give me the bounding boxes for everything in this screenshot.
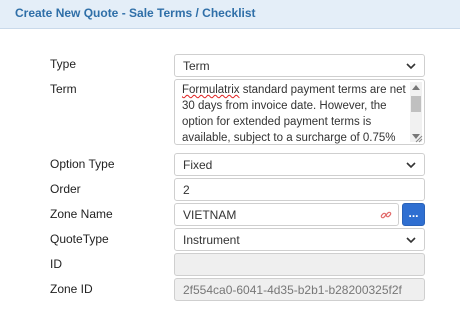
zone-lookup-button[interactable]: ... xyxy=(402,203,425,226)
term-textarea[interactable]: Formulatrix standard payment terms are n… xyxy=(174,79,425,145)
scroll-thumb[interactable] xyxy=(411,96,421,112)
zone-name-input[interactable]: VIETNAM xyxy=(174,203,399,226)
id-label: ID xyxy=(50,257,62,271)
order-value: 2 xyxy=(183,182,190,197)
zone-name-value: VIETNAM xyxy=(183,207,237,222)
chevron-down-icon xyxy=(406,236,416,243)
term-scrollbar[interactable] xyxy=(410,82,422,142)
zone-id-label: Zone ID xyxy=(50,282,93,296)
option-type-select[interactable]: Fixed xyxy=(174,153,425,176)
page-header: Create New Quote - Sale Terms / Checklis… xyxy=(0,0,460,29)
link-icon[interactable] xyxy=(380,209,392,221)
page-title: Create New Quote - Sale Terms / Checklis… xyxy=(15,6,256,20)
order-label: Order xyxy=(50,182,81,196)
type-select-value: Term xyxy=(183,58,210,73)
zone-id-input: 2f554ca0-6041-4d35-b2b1-b28200325f2f xyxy=(174,278,425,301)
chevron-down-icon xyxy=(406,161,416,168)
term-first-word: Formulatrix xyxy=(182,84,240,96)
zone-name-label: Zone Name xyxy=(50,207,113,221)
quote-type-value: Instrument xyxy=(183,232,240,247)
scroll-up-arrow-icon[interactable] xyxy=(412,85,420,90)
option-type-value: Fixed xyxy=(183,157,213,172)
quote-type-select[interactable]: Instrument xyxy=(174,228,425,251)
chevron-down-icon xyxy=(406,62,416,69)
resize-handle-icon[interactable] xyxy=(415,135,423,143)
type-label: Type xyxy=(50,57,77,71)
option-type-label: Option Type xyxy=(50,157,115,171)
id-input xyxy=(174,253,425,276)
type-select[interactable]: Term xyxy=(174,54,425,77)
quote-type-label: QuoteType xyxy=(50,232,109,246)
order-input[interactable]: 2 xyxy=(174,178,425,201)
term-text: Formulatrix standard payment terms are n… xyxy=(182,82,410,144)
zone-id-value: 2f554ca0-6041-4d35-b2b1-b28200325f2f xyxy=(183,282,402,297)
term-label: Term xyxy=(50,82,77,96)
